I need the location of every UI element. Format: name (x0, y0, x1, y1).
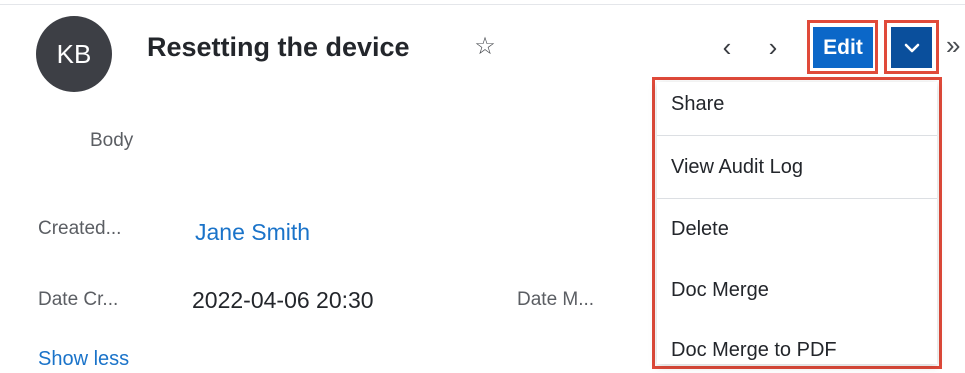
chevron-down-icon (904, 43, 919, 52)
menu-item-doc-merge-to-pdf[interactable]: Doc Merge to PDF (657, 339, 937, 362)
chevron-left-icon[interactable]: ‹ (716, 32, 738, 62)
created-by-label: Created... (38, 218, 122, 239)
record-title: Resetting the device (147, 32, 410, 62)
avatar-initials: KB (56, 38, 92, 69)
avatar: KB (36, 16, 112, 92)
record-view: KB Resetting the device ☆ ‹ › Edit » Bod… (0, 0, 965, 373)
menu-item-view-audit-log[interactable]: View Audit Log (657, 156, 937, 179)
menu-divider (657, 135, 937, 136)
double-chevron-right-icon[interactable]: » (946, 30, 960, 60)
date-created-value: 2022-04-06 20:30 (192, 287, 374, 313)
menu-divider (657, 198, 937, 199)
show-less-link[interactable]: Show less (38, 348, 129, 371)
menu-item-share[interactable]: Share (657, 93, 937, 116)
edit-button[interactable]: Edit (813, 27, 873, 68)
action-menu: Share View Audit Log Delete Doc Merge Do… (657, 82, 937, 364)
menu-item-delete[interactable]: Delete (657, 218, 937, 241)
actions-dropdown-button[interactable] (891, 27, 932, 68)
star-outline-icon[interactable]: ☆ (472, 34, 498, 60)
date-created-label: Date Cr... (38, 289, 119, 310)
menu-item-doc-merge[interactable]: Doc Merge (657, 279, 937, 302)
top-divider (0, 4, 965, 5)
date-modified-label: Date M... (517, 289, 595, 310)
chevron-right-icon[interactable]: › (762, 32, 784, 62)
body-label: Body (90, 130, 134, 151)
created-by-link[interactable]: Jane Smith (195, 219, 310, 246)
